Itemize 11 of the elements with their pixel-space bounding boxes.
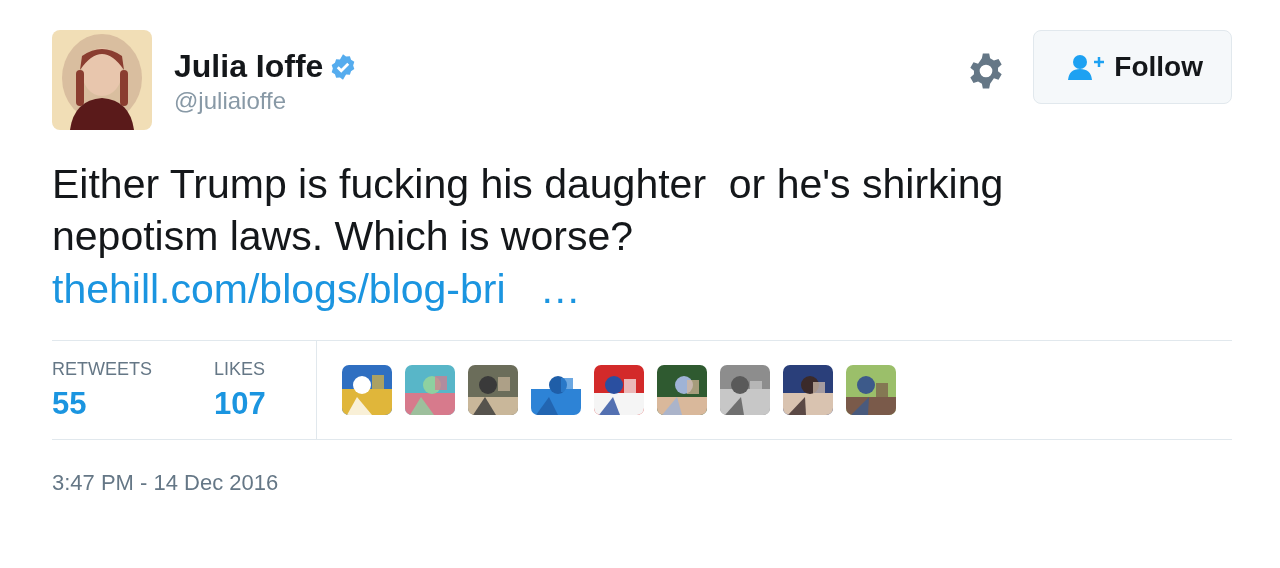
tweet-timestamp: 3:47 PM - 14 Dec 2016 (52, 470, 279, 496)
tweet-link[interactable]: thehill.com/blogs/blog-bri … (52, 262, 581, 316)
stat-count[interactable]: 55 (52, 385, 152, 422)
tweet-text: Either Trump is fucking his daughter or he's shirking nepotism laws. Which is worse? (52, 160, 1005, 261)
author-handle[interactable]: @juliaioffe (174, 87, 968, 115)
add-person-icon (1068, 54, 1105, 80)
author-name[interactable]: Julia Ioffe (174, 48, 324, 85)
follow-button[interactable]: Follow (1033, 30, 1232, 104)
stat-label: RETWEETS (52, 358, 152, 380)
stat-count[interactable]: 107 (214, 385, 266, 422)
stat-label: LIKES (214, 358, 266, 380)
